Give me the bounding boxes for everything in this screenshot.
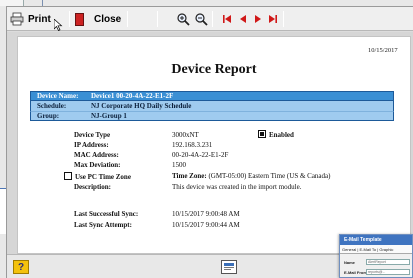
page-view-icon[interactable] — [221, 260, 237, 274]
toolbar-separator — [283, 11, 284, 27]
use-pc-time-zone-label: Use PC Time Zone — [75, 173, 131, 181]
schedule-band: Schedule: NJ Corporate HQ Daily Schedule — [30, 101, 394, 111]
enabled-label: Enabled — [269, 131, 294, 139]
time-zone-row: Time Zone: (GMT-05:00) Eastern Time (US … — [172, 172, 330, 180]
toolbar: Print Close — [7, 7, 413, 31]
schedule-label: Schedule: — [37, 102, 67, 110]
mac-value: 00-20-4A-22-E1-2F — [172, 151, 229, 159]
report-page-area[interactable]: 10/15/2017 Device Report Device Name: De… — [7, 32, 413, 254]
last-page-icon[interactable] — [265, 11, 281, 27]
printer-icon — [10, 12, 24, 26]
print-button[interactable]: Print — [10, 10, 51, 28]
ip-value: 192.168.3.231 — [172, 141, 213, 149]
mouse-cursor-icon — [54, 19, 63, 31]
device-name-value: Device1 00-20-4A-22-E1-2F — [91, 92, 174, 100]
last-sync-value: 10/15/2017 9:00:48 AM — [172, 210, 240, 218]
description-label: Description: — [74, 183, 111, 191]
description-value: This device was created in the import mo… — [172, 183, 302, 191]
device-name-label: Device Name: — [37, 92, 79, 100]
group-value: NJ-Group 1 — [91, 112, 127, 120]
email-template-window[interactable]: E-Mail Template General | E-Mail To | Gr… — [339, 234, 413, 278]
close-button[interactable]: Close — [75, 10, 121, 28]
max-deviation-label: Max Deviation: — [74, 161, 121, 169]
last-attempt-value: 10/15/2017 9:00:44 AM — [172, 221, 240, 229]
ip-label: IP Address: — [74, 141, 109, 149]
mac-label: MAC Address: — [74, 151, 119, 159]
close-door-icon — [75, 12, 84, 26]
report-paper: 10/15/2017 Device Report Device Name: De… — [17, 36, 411, 254]
schedule-value: NJ Corporate HQ Daily Schedule — [91, 102, 192, 110]
first-page-icon[interactable] — [219, 11, 235, 27]
next-page-icon[interactable] — [250, 11, 266, 27]
prev-page-icon[interactable] — [235, 11, 251, 27]
device-type-value: 3000xNT — [172, 131, 199, 139]
enabled-checkbox — [258, 130, 266, 138]
time-zone-label: Time Zone: — [172, 172, 207, 180]
email-window-title: E-Mail Template — [340, 235, 412, 245]
help-button[interactable]: ? — [13, 260, 29, 274]
toolbar-separator — [157, 11, 158, 27]
use-pc-time-zone-checkbox — [64, 172, 72, 180]
group-label: Group: — [37, 112, 60, 120]
last-sync-label: Last Successful Sync: — [74, 210, 139, 218]
report-date: 10/15/2017 — [368, 47, 398, 54]
device-name-band: Device Name: Device1 00-20-4A-22-E1-2F — [30, 91, 394, 101]
email-from-label: E-Mail From — [344, 270, 367, 275]
toolbar-separator — [69, 11, 70, 27]
last-attempt-label: Last Sync Attempt: — [74, 221, 132, 229]
close-label: Close — [94, 13, 122, 25]
report-title: Device Report — [171, 62, 257, 77]
device-type-label: Device Type — [74, 131, 111, 139]
enabled-field: Enabled — [258, 130, 294, 139]
email-from-input[interactable]: reports@... — [366, 269, 410, 275]
email-name-label: Name — [344, 260, 355, 265]
zoom-in-icon[interactable] — [175, 11, 191, 27]
toolbar-separator — [212, 11, 213, 27]
email-name-input[interactable]: AlertReport — [366, 259, 410, 265]
zoom-out-icon[interactable] — [193, 11, 209, 27]
max-deviation-value: 1500 — [172, 161, 186, 169]
time-zone-value: (GMT-05:00) Eastern Time (US & Canada) — [208, 172, 331, 180]
group-band: Group: NJ-Group 1 — [30, 111, 394, 121]
print-label: Print — [28, 13, 51, 25]
toolbar-separator — [127, 11, 128, 27]
help-icon: ? — [17, 261, 25, 273]
email-window-tabs[interactable]: General | E-Mail To | Graphic — [340, 245, 412, 254]
use-pc-time-zone-field: Use PC Time Zone — [64, 172, 131, 181]
